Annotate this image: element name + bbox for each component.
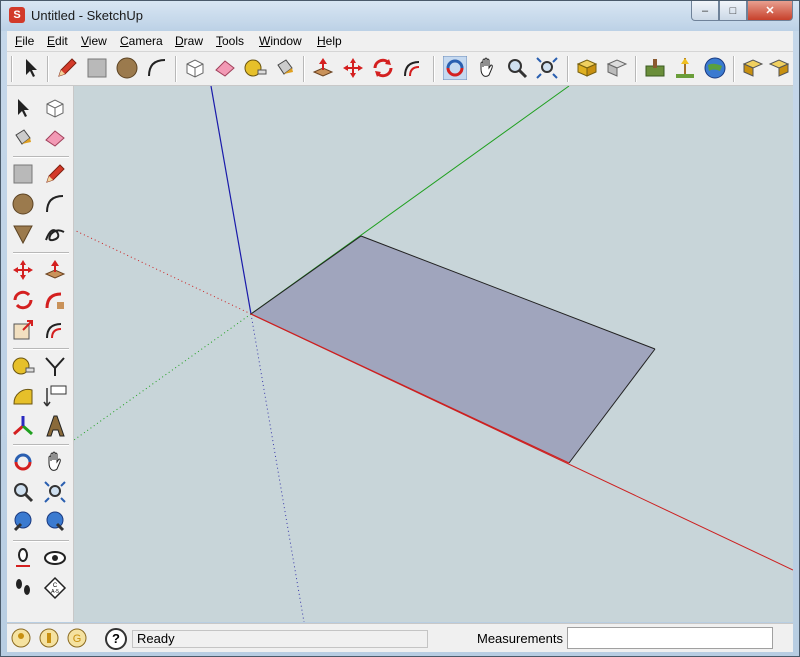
protractor-icon[interactable] (11, 384, 35, 408)
paint-bucket-icon[interactable] (273, 56, 297, 80)
get-photo-texture-icon[interactable] (741, 56, 765, 80)
menu-edit[interactable]: Edit (47, 34, 68, 48)
menu-view[interactable]: View (81, 34, 107, 48)
window-title: Untitled - SketchUp (31, 8, 143, 23)
google-earth-icon[interactable] (703, 56, 727, 80)
rotate-icon[interactable] (371, 56, 395, 80)
close-button[interactable]: ✕ (747, 1, 793, 21)
status-text: Ready (132, 630, 428, 648)
blue-axis-negative (250, 313, 305, 622)
blue-axis (210, 86, 252, 315)
text-icon[interactable] (43, 384, 67, 408)
share-model-icon[interactable] (605, 56, 629, 80)
drawing-viewport[interactable] (74, 86, 793, 622)
rectangle-icon[interactable] (11, 162, 35, 186)
window-controls: – □ ✕ (691, 1, 793, 21)
offset-icon[interactable] (401, 56, 425, 80)
scale-icon[interactable] (11, 318, 35, 342)
circle-icon[interactable] (11, 192, 35, 216)
next-view-icon[interactable] (43, 510, 67, 534)
menu-tools[interactable]: Tools (216, 34, 244, 48)
section-plane-icon[interactable]: CA-5 (43, 576, 67, 600)
svg-text:G: G (73, 633, 82, 645)
measurements-label: Measurements (477, 631, 563, 646)
pan-hand-icon[interactable] (475, 56, 499, 80)
status-bar: G ? Ready Measurements (7, 623, 793, 652)
left-toolbar: C A-5 (7, 86, 74, 622)
minimize-button[interactable]: – (691, 1, 719, 21)
menu-camera[interactable]: Camera (120, 34, 163, 48)
orbit-icon[interactable] (11, 450, 35, 474)
sketchup-window: S Untitled - SketchUp – □ ✕ File Edit Vi… (0, 0, 800, 657)
zoom-extents-icon[interactable] (535, 56, 559, 80)
dimension-icon[interactable] (43, 354, 67, 378)
eraser-icon[interactable] (213, 56, 237, 80)
toolbar-grip (11, 56, 13, 82)
zoom-icon[interactable] (505, 56, 529, 80)
credits-icon[interactable] (39, 628, 59, 648)
rotate-icon[interactable] (11, 288, 35, 312)
component-window-icon[interactable] (767, 56, 791, 80)
add-location-icon[interactable] (643, 56, 667, 80)
arc-icon[interactable] (43, 192, 67, 216)
menu-bar: File Edit View Camera Draw Tools Window … (7, 31, 793, 52)
main-toolbar (7, 52, 793, 86)
menu-file[interactable]: File (15, 34, 34, 48)
freehand-icon[interactable] (43, 222, 67, 246)
paint-bucket-icon[interactable] (11, 126, 35, 150)
move-icon[interactable] (341, 56, 365, 80)
push-pull-icon[interactable] (43, 258, 67, 282)
orbit-icon[interactable] (443, 56, 467, 80)
title-bar: S Untitled - SketchUp – □ ✕ (1, 1, 799, 31)
position-camera-icon[interactable] (11, 546, 35, 570)
select-icon[interactable] (19, 56, 43, 80)
rectangle-icon[interactable] (85, 56, 109, 80)
arc-icon[interactable] (145, 56, 169, 80)
pencil-icon[interactable] (55, 56, 79, 80)
measurements-input[interactable] (567, 627, 773, 649)
help-icon[interactable]: ? (105, 628, 127, 650)
axes-icon[interactable] (11, 414, 35, 438)
tape-measure-icon[interactable] (11, 354, 35, 378)
push-pull-icon[interactable] (311, 56, 335, 80)
make-component-icon[interactable] (183, 56, 207, 80)
svg-text:A-5: A-5 (51, 589, 59, 595)
polygon-icon[interactable] (11, 222, 35, 246)
user-login-icon[interactable]: G (67, 628, 87, 648)
3d-text-icon[interactable] (43, 414, 67, 438)
tape-measure-icon[interactable] (243, 56, 267, 80)
get-models-icon[interactable] (575, 56, 599, 80)
offset-icon[interactable] (43, 318, 67, 342)
sketchup-icon[interactable]: S (9, 7, 25, 23)
green-axis-negative (74, 313, 252, 441)
select-icon[interactable] (11, 96, 35, 120)
previous-view-icon[interactable] (11, 510, 35, 534)
look-around-icon[interactable] (43, 546, 67, 570)
red-axis-negative (74, 229, 252, 315)
pencil-icon[interactable] (43, 162, 67, 186)
zoom-icon[interactable] (11, 480, 35, 504)
menu-window[interactable]: Window (259, 34, 302, 48)
menu-help[interactable]: Help (317, 34, 342, 48)
walk-icon[interactable] (11, 576, 35, 600)
toggle-terrain-icon[interactable] (673, 56, 697, 80)
zoom-extents-icon[interactable] (43, 480, 67, 504)
follow-me-icon[interactable] (43, 288, 67, 312)
move-icon[interactable] (11, 258, 35, 282)
geolocation-icon[interactable] (11, 628, 31, 648)
pan-hand-icon[interactable] (43, 450, 67, 474)
circle-icon[interactable] (115, 56, 139, 80)
make-component-icon[interactable] (43, 96, 67, 120)
menu-draw[interactable]: Draw (175, 34, 203, 48)
eraser-icon[interactable] (43, 126, 67, 150)
scene-canvas[interactable] (74, 86, 793, 622)
maximize-button[interactable]: □ (719, 1, 747, 21)
